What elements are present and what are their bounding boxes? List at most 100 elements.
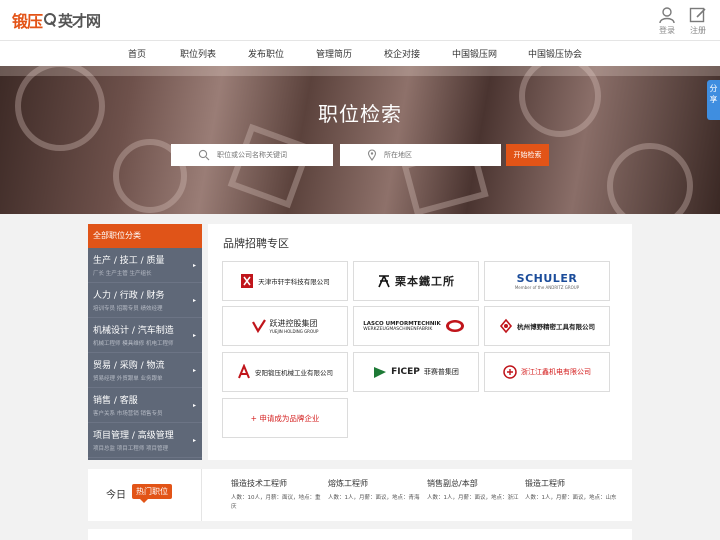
brand-zone-title: 品牌招聘专区 <box>223 237 289 250</box>
search-button[interactable]: 开始检索 <box>506 144 549 166</box>
area-input[interactable] <box>384 144 512 166</box>
category-title: 生产 / 技工 / 质量 <box>93 256 165 266</box>
brand-card-ficep[interactable]: FICEP 菲赛普集团 <box>353 352 479 392</box>
job-detail: 人数：1人，月薪：面议，地点：浙江 <box>427 495 519 501</box>
jiangxin-logo-icon <box>503 365 517 379</box>
job-title[interactable]: 销售副总/本部 <box>427 478 519 489</box>
site-logo[interactable]: 锻压 英才网 <box>12 9 101 32</box>
brand-name: 菲赛普集团 <box>423 368 459 376</box>
job-detail: 人数：1人，月薪：面议，地点：山东 <box>525 495 617 501</box>
boye-logo-icon <box>499 318 513 334</box>
category-header[interactable]: 全部职位分类 <box>88 224 202 248</box>
job-item[interactable]: 锻造技术工程师 人数：10人，月薪：面议，地点：重庆 <box>231 478 323 512</box>
logo-text-forging: 锻压 <box>12 12 43 31</box>
banner-title: 职位检索 <box>318 102 402 126</box>
chevron-right-icon: ▸ <box>192 262 196 269</box>
xuanyu-logo-icon <box>241 274 254 288</box>
chevron-right-icon: ▸ <box>192 332 196 339</box>
category-item-sales[interactable]: 销售 / 客服 客户关系 市场营销 销售专员 ▸ <box>88 388 202 423</box>
search-banner: 职位检索 开始检索 <box>0 66 720 214</box>
brand-card-boye[interactable]: 杭州博野精密工具有限公司 <box>484 306 610 346</box>
brand-card-jiangxin[interactable]: 浙江江鑫机电有限公司 <box>484 352 610 392</box>
share-tab[interactable]: 分享 <box>707 80 720 120</box>
brand-text-group: LASCO UMFORMTECHNIK WERKZEUGMASCHINENFAB… <box>363 321 441 332</box>
today-label: 今日 <box>106 490 126 501</box>
category-subtitle: 客户关系 市场营销 销售专员 <box>93 411 163 417</box>
job-title[interactable]: 熔炼工程师 <box>328 478 420 489</box>
yuejin-logo-icon <box>251 319 266 334</box>
magnifier-logo-icon <box>43 11 57 29</box>
brand-name: 浙江江鑫机电有限公司 <box>521 368 591 376</box>
brand-card-anyang[interactable]: 安阳锻压机械工业有限公司 <box>222 352 348 392</box>
brand-subname: Member of the ANDRITZ GROUP <box>514 285 580 290</box>
category-item-production[interactable]: 生产 / 技工 / 质量 厂长 生产主管 生产组长 ▸ <box>88 248 202 283</box>
ficep-logo-icon <box>374 367 387 378</box>
next-section-panel <box>88 529 632 540</box>
brand-name: 天津市轩宇科技有限公司 <box>258 278 330 286</box>
job-category-sidebar: 全部职位分类 生产 / 技工 / 质量 厂长 生产主管 生产组长 ▸ 人力 / … <box>88 224 202 460</box>
job-item[interactable]: 销售副总/本部 人数：1人，月薪：面议，地点：浙江 <box>427 478 519 503</box>
brand-name: 杭州博野精密工具有限公司 <box>517 323 595 331</box>
category-subtitle: 贸易经理 外贸跟单 业务跟单 <box>93 376 163 382</box>
chevron-right-icon: ▸ <box>192 367 196 374</box>
chevron-right-icon: ▸ <box>192 297 196 304</box>
nav-forging-association[interactable]: 中国锻压协会 <box>528 47 582 60</box>
top-bar: 锻压 英才网 登录 注册 <box>0 0 720 40</box>
category-item-trade[interactable]: 贸易 / 采购 / 物流 贸易经理 外贸跟单 业务跟单 ▸ <box>88 353 202 388</box>
brand-name: 栗本鐵工所 <box>395 275 455 288</box>
nav-manage-resume[interactable]: 管理简历 <box>316 47 352 60</box>
keyword-search-box[interactable] <box>171 144 345 166</box>
brand-text-group: 跃进控股集团 YUEJIN HOLDING GROUP <box>270 318 319 334</box>
login-label: 登录 <box>659 26 675 35</box>
brand-name: 安阳锻压机械工业有限公司 <box>255 369 333 377</box>
brand-card-yuejin[interactable]: 跃进控股集团 YUEJIN HOLDING GROUP <box>222 306 348 346</box>
brand-name: SCHULER <box>516 272 578 285</box>
hot-jobs-panel: 今日 热门职位 锻造技术工程师 人数：10人，月薪：面议，地点：重庆 熔炼工程师… <box>88 469 632 521</box>
steel-tubes-background <box>0 66 720 214</box>
brand-card-schuler[interactable]: SCHULER Member of the ANDRITZ GROUP <box>484 261 610 301</box>
register-button[interactable]: 注册 <box>683 6 713 36</box>
job-item[interactable]: 锻造工程师 人数：1人，月薪：面议，地点：山东 <box>525 478 617 503</box>
apply-brand-link[interactable]: + 申请成为品牌企业 <box>222 398 348 438</box>
job-title[interactable]: 锻造工程师 <box>525 478 617 489</box>
hot-jobs-tag: 热门职位 <box>132 484 172 503</box>
nav-post-job[interactable]: 发布职位 <box>248 47 284 60</box>
brand-card-lasco[interactable]: LASCO UMFORMTECHNIK WERKZEUGMASCHINENFAB… <box>353 306 479 346</box>
anyang-logo-icon <box>238 364 250 379</box>
job-item[interactable]: 熔炼工程师 人数：1人，月薪：面议，地点：青海 <box>328 478 420 503</box>
hot-jobs-label: 今日 热门职位 <box>88 469 202 521</box>
category-title: 机械设计 / 汽车制造 <box>93 326 174 336</box>
nav-school-enterprise[interactable]: 校企对接 <box>384 47 420 60</box>
job-detail: 人数：1人，月薪：面议，地点：青海 <box>328 495 420 501</box>
brand-card-xuanyu[interactable]: 天津市轩宇科技有限公司 <box>222 261 348 301</box>
logo-text-talent: 英才网 <box>58 11 101 30</box>
user-icon <box>659 7 675 24</box>
nav-job-list[interactable]: 职位列表 <box>180 47 216 60</box>
brand-subname: YUEJIN HOLDING GROUP <box>269 329 319 334</box>
job-title[interactable]: 锻造技术工程师 <box>231 478 323 489</box>
area-search-box[interactable] <box>340 144 512 166</box>
search-icon <box>198 149 210 161</box>
category-item-mechanical[interactable]: 机械设计 / 汽车制造 机械工程师 模具维修 机电工程师 ▸ <box>88 318 202 353</box>
brand-card-kurimoto[interactable]: 栗本鐵工所 <box>353 261 479 301</box>
nav-home[interactable]: 首页 <box>128 47 146 60</box>
register-label: 注册 <box>690 26 706 35</box>
edit-icon <box>689 7 706 23</box>
nav-china-forging-net[interactable]: 中国锻压网 <box>452 47 497 60</box>
category-title: 人力 / 行政 / 财务 <box>93 291 165 301</box>
category-subtitle: 机械工程师 模具维修 机电工程师 <box>93 341 174 347</box>
category-title: 销售 / 客服 <box>93 396 138 406</box>
keyword-input[interactable] <box>217 144 345 166</box>
category-title: 项目管理 / 高级管理 <box>93 431 174 441</box>
category-item-management[interactable]: 项目管理 / 高级管理 项目总监 项目工程师 项目管理 ▸ <box>88 423 202 458</box>
main-nav: 首页 职位列表 发布职位 管理简历 校企对接 中国锻压网 中国锻压协会 <box>0 40 720 66</box>
login-button[interactable]: 登录 <box>652 6 682 36</box>
brand-subname: WERKZEUGMASCHINENFABRIK <box>363 326 433 332</box>
brand-recruitment-zone: 品牌招聘专区 天津市轩宇科技有限公司 栗本鐵工所 SCHULER Member … <box>208 224 632 460</box>
location-pin-icon <box>367 149 377 161</box>
lasco-logo-icon <box>445 320 464 332</box>
category-subtitle: 培训专员 招聘专员 绩效经理 <box>93 306 163 312</box>
category-item-hr[interactable]: 人力 / 行政 / 财务 培训专员 招聘专员 绩效经理 ▸ <box>88 283 202 318</box>
category-title: 贸易 / 采购 / 物流 <box>93 361 165 371</box>
chevron-right-icon: ▸ <box>192 437 196 444</box>
